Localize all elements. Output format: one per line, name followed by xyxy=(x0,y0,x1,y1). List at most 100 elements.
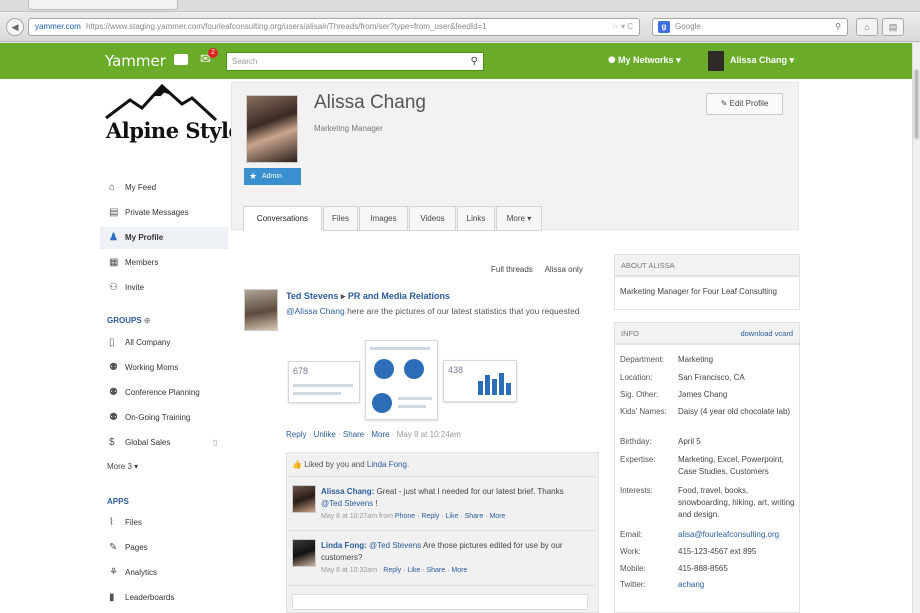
liker-link[interactable]: Linda Fong xyxy=(367,460,407,469)
profile-photo[interactable] xyxy=(246,95,298,163)
sidebar-item-pages[interactable]: ✎ Pages xyxy=(100,537,228,559)
sidebar-item-files[interactable]: ⌇ Files xyxy=(100,512,228,534)
tab-conversations[interactable]: Conversations xyxy=(243,206,322,231)
liked-by: 👍 Liked by you and Linda Fong. xyxy=(292,460,409,469)
thumbnail-bar xyxy=(492,379,497,395)
comment-body-end: ! xyxy=(373,499,378,508)
add-group-icon[interactable]: ⊕ xyxy=(144,316,151,325)
comment-avatar[interactable] xyxy=(292,539,316,567)
sidebar-item-all-company[interactable]: ▯ All Company xyxy=(100,332,228,354)
tab-images[interactable]: Images xyxy=(359,206,408,231)
tab-links[interactable]: Links xyxy=(457,206,495,231)
comment-reply-link[interactable]: Reply xyxy=(383,567,401,574)
user-menu[interactable]: Alissa Chang ▾ xyxy=(730,55,794,66)
full-threads-toggle[interactable]: Full threads xyxy=(491,265,533,274)
address-bar[interactable]: yammer.com https://www.staging.yammer.co… xyxy=(28,18,640,36)
comment-mention-link[interactable]: @Ted Stevens xyxy=(369,541,421,550)
comment-timestamp: May 8 at 10:27am from xyxy=(321,513,395,520)
sidebar-item-my-profile[interactable]: ♟ My Profile xyxy=(100,227,228,249)
notifications-icon[interactable]: ✉ 2 xyxy=(200,48,218,67)
thumbnail-bar xyxy=(478,381,483,395)
browser-tab[interactable] xyxy=(28,0,178,10)
notification-badge: 2 xyxy=(208,48,218,58)
alissa-only-toggle[interactable]: Alissa only xyxy=(545,265,583,274)
bookmark-star-icon[interactable]: ☆ ▾ C xyxy=(612,19,633,35)
messages-icon[interactable] xyxy=(174,54,188,65)
unlike-link[interactable]: Unlike xyxy=(314,430,336,439)
menu-icon[interactable]: ▤ xyxy=(882,18,904,36)
sidebar-item-global-sales[interactable]: $ Global Sales ▯ xyxy=(100,432,228,454)
comment-actions[interactable]: · Reply · Like · Share · More xyxy=(417,513,505,520)
search-icon[interactable]: ⚲ xyxy=(471,53,478,70)
dollar-icon: $ xyxy=(109,437,115,448)
yammer-logo[interactable]: Yammer xyxy=(105,52,166,70)
reply-link[interactable]: Reply xyxy=(286,430,306,439)
profile-job-title: Marketing Manager xyxy=(314,124,383,133)
comment-author-link[interactable]: Linda Fong: xyxy=(321,541,367,550)
browser-search-field[interactable]: g Google ⚲ xyxy=(652,18,848,36)
scrollbar-thumb[interactable] xyxy=(914,69,919,139)
info-key: Department: xyxy=(620,355,665,364)
tab-files[interactable]: Files xyxy=(323,206,358,231)
download-vcard-link[interactable]: download vcard xyxy=(740,323,793,345)
thumbnail-pie xyxy=(372,393,392,413)
sidebar-item-analytics[interactable]: ⚘ Analytics xyxy=(100,562,228,584)
back-arrow-icon[interactable]: ◀ xyxy=(6,18,24,36)
info-key: Twitter: xyxy=(620,580,646,589)
sidebar-item-label: On-Going Training xyxy=(125,413,191,422)
post-body: @Alissa Chang here are the pictures of o… xyxy=(286,305,586,318)
comment-source-link[interactable]: Phone xyxy=(395,513,415,520)
my-networks-menu[interactable]: ✺ My Networks ▾ xyxy=(608,55,681,66)
sidebar-item-private-messages[interactable]: ▤ Private Messages xyxy=(100,202,228,224)
sidebar-item-invite[interactable]: ⚇ Invite xyxy=(100,277,228,299)
message-icon: ▤ xyxy=(109,207,119,218)
browser-toolbar: ◀ yammer.com https://www.staging.yammer.… xyxy=(0,12,920,42)
groups-more-link[interactable]: More 3 ▾ xyxy=(107,462,138,471)
tab-videos[interactable]: Videos xyxy=(409,206,456,231)
search-icon[interactable]: ⚲ xyxy=(835,19,841,35)
company-logo[interactable]: Alpine Style xyxy=(100,82,242,162)
email-link[interactable]: alisa@fourleafconsulting.org xyxy=(678,529,798,541)
comment-author-link[interactable]: Alissa Chang: xyxy=(321,487,374,496)
twitter-link[interactable]: achang xyxy=(678,579,798,591)
apps-heading: APPS xyxy=(107,497,129,506)
profile-name: Alissa Chang xyxy=(314,92,426,113)
comment-actions[interactable]: · Like · Share · More xyxy=(403,567,467,574)
sidebar-item-conference-planning[interactable]: ⚉ Conference Planning xyxy=(100,382,228,404)
home-icon[interactable]: ⌂ xyxy=(856,18,878,36)
share-link[interactable]: Share xyxy=(343,430,364,439)
sidebar-item-working-moms[interactable]: ⚉ Working Moms xyxy=(100,357,228,379)
comment-meta: May 8 at 10:32am · Reply · Like · Share … xyxy=(321,567,467,574)
post-author-link[interactable]: Ted Stevens xyxy=(286,291,338,301)
attachment-thumbnail[interactable]: 438 xyxy=(443,360,517,402)
sidebar-item-label: Members xyxy=(125,258,159,267)
attachment-thumbnail[interactable]: 678 xyxy=(288,361,360,403)
post-author-avatar[interactable] xyxy=(244,289,278,331)
yammer-search-input[interactable]: Search ⚲ xyxy=(226,52,484,71)
scrollbar[interactable] xyxy=(912,43,920,613)
more-link[interactable]: More xyxy=(371,430,389,439)
comment-mention-link[interactable]: @Ted Stevens xyxy=(321,499,373,508)
thumbnail-line xyxy=(293,392,341,395)
post-mention-link[interactable]: @Alissa Chang xyxy=(286,306,345,316)
post-group-link[interactable]: PR and Media Relations xyxy=(348,291,450,301)
tab-more[interactable]: More ▾ xyxy=(496,206,542,231)
analytics-icon: ⚘ xyxy=(109,567,118,578)
sidebar-item-label: Leaderboards xyxy=(125,593,175,602)
invite-icon: ⚇ xyxy=(109,282,118,293)
edit-profile-label: Edit Profile xyxy=(729,99,769,108)
sidebar-item-leaderboards[interactable]: ▮ Leaderboards xyxy=(100,587,228,609)
reply-input[interactable] xyxy=(292,594,588,610)
thumbnail-bar xyxy=(506,383,511,395)
yammer-topbar: Yammer ✉ 2 Search ⚲ ✺ My Networks ▾ Aliss… xyxy=(0,43,912,79)
sidebar-item-on-going-training[interactable]: ⚉ On-Going Training xyxy=(100,407,228,429)
user-avatar[interactable] xyxy=(708,51,724,71)
search-placeholder: Search xyxy=(232,57,258,66)
comment-avatar[interactable] xyxy=(292,485,316,513)
sidebar-item-my-feed[interactable]: ⌂ My Feed xyxy=(100,177,228,199)
sidebar-item-label: My Feed xyxy=(125,183,157,192)
leaderboard-icon: ▮ xyxy=(109,592,115,603)
attachment-thumbnail[interactable] xyxy=(365,340,438,420)
sidebar-item-members[interactable]: ▦ Members xyxy=(100,252,228,274)
edit-profile-button[interactable]: ✎ Edit Profile xyxy=(706,93,783,115)
